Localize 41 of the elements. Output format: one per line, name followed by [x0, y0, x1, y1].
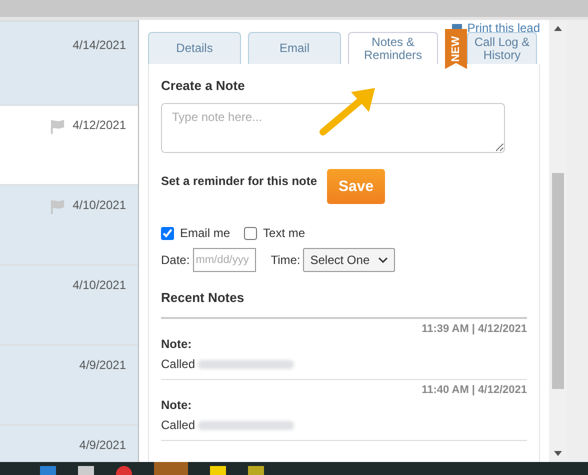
- checkbox[interactable]: [244, 226, 258, 240]
- date-field[interactable]: mm/dd/yyy: [192, 248, 256, 272]
- scroll-up-icon[interactable]: [554, 26, 562, 31]
- note-label: Note:: [161, 398, 193, 412]
- time-dropdown[interactable]: Select One: [303, 248, 395, 272]
- lead-row[interactable]: 4/10/2021: [0, 266, 138, 346]
- lead-date: 4/14/2021: [72, 38, 126, 52]
- caret-icon: [378, 257, 388, 263]
- note-timestamp: 11:40 AM | 4/12/2021: [420, 384, 527, 396]
- lead-row[interactable]: 4/9/2021: [0, 346, 138, 426]
- section-heading: Recent Notes: [161, 290, 527, 319]
- lead-date: 4/9/2021: [79, 358, 126, 372]
- note-text: Called: [161, 357, 196, 371]
- print-link[interactable]: Print this lead: [467, 20, 540, 34]
- note-field[interactable]: Type note here...: [161, 103, 505, 153]
- lead-date: 4/9/2021: [79, 438, 126, 452]
- date-label: Date:: [161, 253, 190, 267]
- tab[interactable]: Details: [148, 32, 241, 64]
- lead-row[interactable]: 4/9/2021: [0, 426, 138, 462]
- checkbox-label: Text me: [263, 226, 306, 240]
- tab[interactable]: Email: [248, 32, 341, 64]
- note-timestamp: 11:39 AM | 4/12/2021: [420, 323, 527, 335]
- taskbar-icon[interactable]: [116, 466, 132, 475]
- lead-date: 4/12/2021: [72, 118, 126, 132]
- flag-icon[interactable]: [50, 199, 65, 214]
- flag-icon[interactable]: [50, 119, 65, 134]
- tab[interactable]: Call Log & History: [467, 32, 537, 64]
- checkbox[interactable]: [161, 226, 174, 240]
- time-label: Time:: [270, 253, 300, 267]
- tab[interactable]: Notes & Reminders: [348, 32, 438, 64]
- section-heading: Create a Note: [161, 78, 246, 93]
- note-text: Called: [161, 418, 196, 432]
- reminder-label: Set a reminder for this note: [161, 174, 318, 188]
- scroll-down-icon[interactable]: [554, 451, 562, 456]
- lead-row[interactable]: 4/14/2021: [0, 20, 138, 106]
- lead-row[interactable]: 4/10/2021: [0, 186, 138, 266]
- new-ribbon: NEW: [445, 29, 467, 69]
- lead-date: 4/10/2021: [72, 278, 126, 292]
- checkbox-label: Email me: [180, 226, 230, 240]
- note-label: Note:: [161, 337, 193, 351]
- lead-date: 4/10/2021: [72, 198, 126, 212]
